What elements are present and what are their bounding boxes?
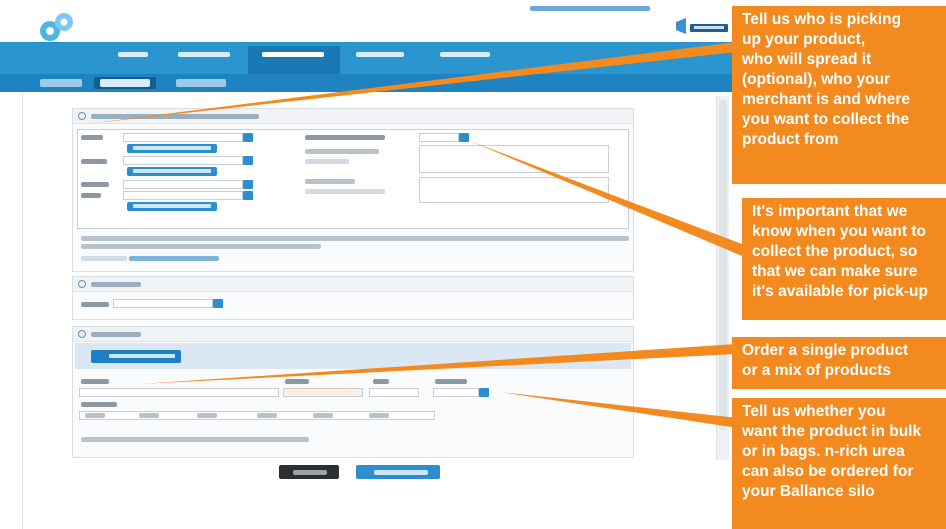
ballance-brand-logo (676, 18, 728, 34)
calendar-dropdown-icon[interactable] (459, 133, 469, 142)
instructions-textarea[interactable] (419, 177, 609, 203)
panel-header (73, 109, 633, 124)
logo-mark-icon[interactable] (36, 10, 78, 44)
panel-bullet-icon (78, 330, 86, 338)
annotation-callout: It's important that we know when you wan… (742, 198, 946, 320)
store-select[interactable] (123, 191, 243, 200)
submit-order-button[interactable] (356, 465, 440, 479)
page-scrollbar[interactable] (716, 96, 729, 460)
subnav-item-1[interactable] (40, 79, 82, 87)
nav-contact-us[interactable] (440, 52, 490, 62)
panel-bullet-icon (78, 280, 86, 288)
add-product-button[interactable] (91, 350, 181, 363)
collection-date-field[interactable] (419, 133, 459, 142)
dropdown-arrow-icon[interactable] (243, 180, 253, 189)
screenshot-area (0, 0, 740, 529)
panel-header (73, 327, 633, 342)
bulk-bag-select[interactable] (433, 388, 479, 397)
dropdown-arrow-icon[interactable] (479, 388, 489, 397)
subnav-item-2[interactable] (100, 79, 150, 87)
product-details-panel (72, 326, 634, 458)
annotation-callout: Order a single product or a mix of produ… (732, 337, 946, 389)
annotation-callout: Tell us whether you want the product in … (732, 398, 946, 529)
quantity-field[interactable] (283, 388, 363, 397)
dropdown-arrow-icon[interactable] (243, 191, 253, 200)
dropdown-arrow-icon[interactable] (243, 133, 253, 142)
add-store-button[interactable] (127, 202, 217, 211)
add-picker-button[interactable] (127, 144, 217, 153)
panel-bullet-icon (78, 112, 86, 120)
units-field[interactable] (369, 388, 419, 397)
nav-home[interactable] (118, 52, 148, 62)
dropdown-arrow-icon[interactable] (243, 156, 253, 165)
nav-my-account[interactable] (262, 52, 324, 62)
add-spreader-button[interactable] (127, 167, 217, 176)
nav-my-details[interactable] (178, 52, 230, 62)
main-navigation (0, 42, 740, 74)
panel-header (73, 277, 633, 292)
sub-navigation (0, 74, 740, 92)
dropdown-arrow-icon[interactable] (213, 299, 223, 308)
subnav-item-3[interactable] (176, 79, 226, 87)
order-date-field[interactable] (113, 299, 213, 308)
cancel-button[interactable] (279, 465, 339, 479)
terms-link[interactable] (129, 256, 219, 261)
spreader-select[interactable] (123, 156, 243, 165)
scrollbar-thumb[interactable] (719, 100, 727, 430)
order-details-panel (72, 276, 634, 320)
welcome-text (530, 6, 650, 11)
product-select[interactable] (79, 388, 279, 397)
notes-textarea[interactable] (419, 145, 609, 173)
collection-details-panel (72, 108, 634, 272)
top-bar (0, 0, 740, 42)
annotation-callout: Tell us who is picking up your product, … (732, 6, 946, 184)
picker-select[interactable] (123, 133, 243, 142)
merchant-select[interactable] (123, 180, 243, 189)
nav-resources[interactable] (356, 52, 404, 62)
